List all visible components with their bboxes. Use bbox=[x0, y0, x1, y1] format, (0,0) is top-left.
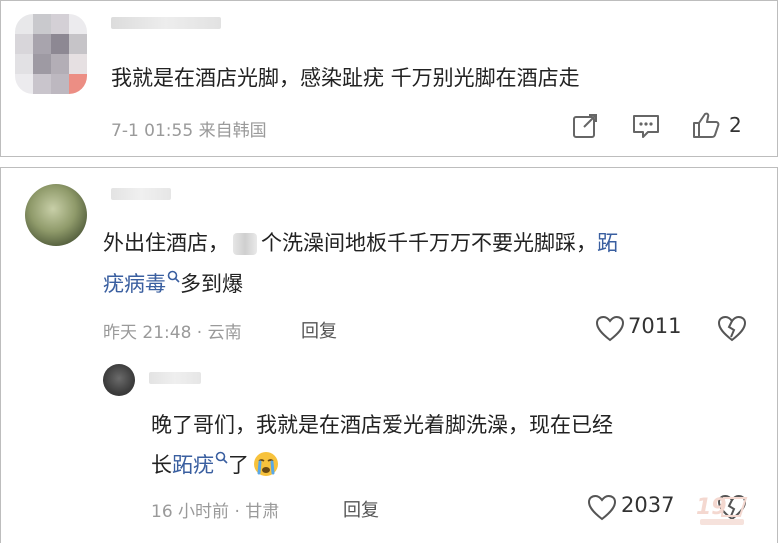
search-icon[interactable] bbox=[215, 451, 228, 464]
comment-text-part: 外出住酒店， bbox=[103, 231, 229, 255]
like-count: 7011 bbox=[628, 314, 682, 338]
broken-heart-icon[interactable] bbox=[717, 315, 747, 342]
like-count: 2037 bbox=[621, 493, 675, 517]
comment-text-part: 个洗澡间地板千千万万不要光脚踩， bbox=[261, 231, 597, 255]
comment-meta: 昨天 21:48 · 云南 bbox=[103, 323, 242, 343]
reply-button[interactable]: 回复 bbox=[301, 317, 337, 343]
comment-card-2: 外出住酒店， 个洗澡间地板千千万万不要光脚踩，跖 疣病毒 多到爆 昨天 21:48 … bbox=[0, 167, 778, 543]
comment-text: 我就是在酒店光脚，感染趾疣 千万别光脚在酒店走 bbox=[111, 66, 580, 90]
comment-card-1: 我就是在酒店光脚，感染趾疣 千万别光脚在酒店走 7-1 01:55 来自韩国 2 bbox=[0, 0, 778, 157]
comment-meta: 7-1 01:55 来自韩国 bbox=[111, 121, 267, 141]
keyword-link[interactable]: 跖 bbox=[597, 231, 618, 255]
avatar[interactable] bbox=[25, 184, 87, 246]
reply-text-part: 了 bbox=[228, 453, 249, 477]
reply-avatar[interactable] bbox=[103, 364, 135, 396]
like-icon[interactable] bbox=[691, 111, 721, 139]
keyword-link[interactable]: 疣病毒 bbox=[103, 272, 166, 296]
reply-text-part: 长 bbox=[151, 453, 172, 477]
search-icon[interactable] bbox=[167, 270, 180, 283]
comment-text-line-1: 外出住酒店， 个洗澡间地板千千万万不要光脚踩，跖 bbox=[103, 226, 618, 260]
reply-text-line-2: 长跖疣了 bbox=[151, 448, 279, 482]
crying-emoji-icon bbox=[254, 452, 278, 476]
comment-icon[interactable] bbox=[631, 113, 661, 139]
keyword-link[interactable]: 跖疣 bbox=[172, 453, 214, 477]
reply-meta: 16 小时前 · 甘肃 bbox=[151, 502, 280, 522]
comment-text-part: 多到爆 bbox=[180, 272, 243, 296]
reply-button[interactable]: 回复 bbox=[343, 496, 379, 522]
heart-icon[interactable] bbox=[595, 315, 625, 342]
username-blurred[interactable] bbox=[111, 188, 171, 200]
comment-text-line-2: 疣病毒 多到爆 bbox=[103, 267, 243, 301]
like-count: 2 bbox=[729, 113, 742, 137]
site-watermark-logo: 19 bbox=[696, 495, 748, 525]
share-icon[interactable] bbox=[572, 113, 600, 139]
avatar[interactable] bbox=[15, 14, 87, 94]
reply-username-blurred[interactable] bbox=[149, 372, 201, 384]
username-blurred[interactable] bbox=[111, 17, 221, 29]
redacted-mark bbox=[233, 233, 257, 255]
reply-text-line-1: 晚了哥们，我就是在酒店爱光着脚洗澡，现在已经 bbox=[151, 413, 613, 437]
heart-icon[interactable] bbox=[587, 494, 617, 521]
